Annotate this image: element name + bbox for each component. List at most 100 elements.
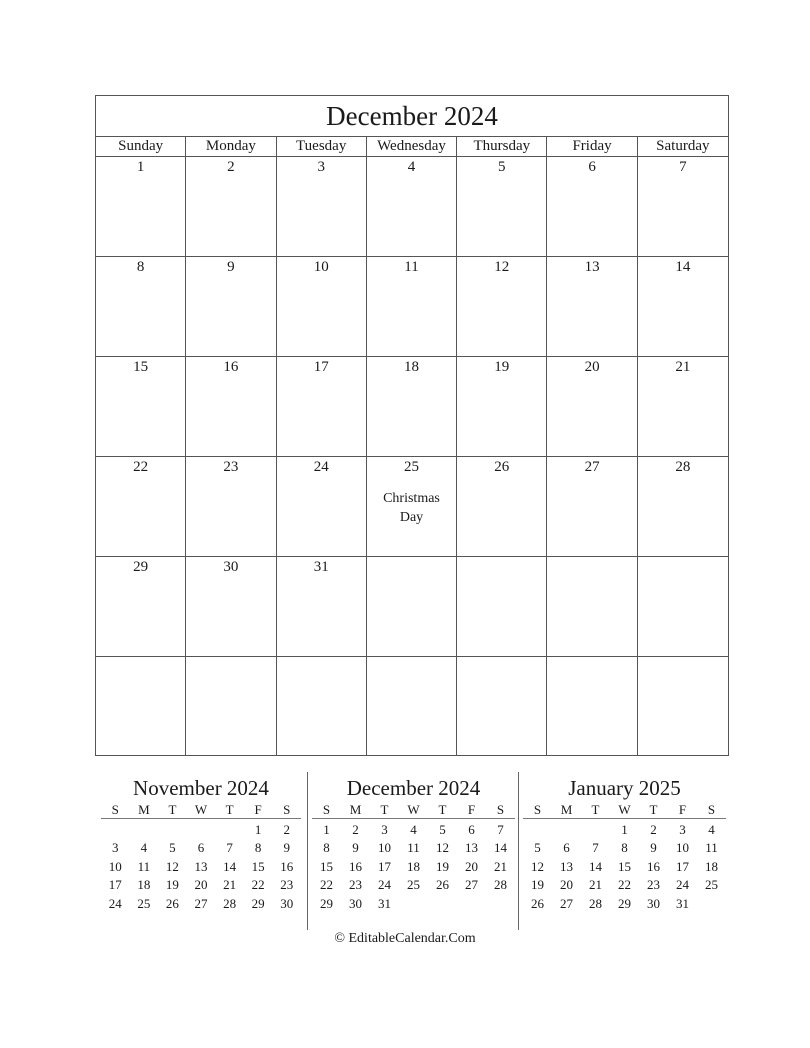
day-cell[interactable]	[638, 657, 728, 755]
weekday-header: Monday	[186, 137, 277, 156]
day-cell[interactable]: 16	[186, 357, 277, 456]
day-number: 28	[675, 459, 691, 475]
day-cell[interactable]: 24	[277, 457, 367, 556]
day-cell[interactable]: 21	[638, 357, 728, 456]
day-cell[interactable]: 26	[457, 457, 548, 556]
mini-day: 13	[465, 840, 478, 856]
day-cell[interactable]: 1	[96, 157, 187, 256]
day-cell[interactable]	[367, 657, 458, 755]
week-row: 29 30 31	[96, 557, 728, 657]
day-cell[interactable]: 9	[186, 257, 277, 356]
day-cell[interactable]	[186, 657, 277, 755]
mini-day: 28	[223, 895, 237, 911]
day-number: 3	[317, 159, 325, 175]
mini-day: 16	[280, 858, 294, 874]
day-cell[interactable]: 2	[186, 157, 277, 256]
day-cell[interactable]: 5	[457, 157, 548, 256]
mini-day: 26	[531, 895, 544, 911]
mini-days-grid: 1 2 3 4 5 6 7 8 9 10 11 12 13 14 15 16 17 18 19 20 21 22 23 24 2…	[101, 819, 301, 913]
day-cell[interactable]	[547, 657, 638, 755]
day-number: 30	[223, 559, 239, 575]
mini-day: 27	[465, 877, 478, 893]
mini-day: 6	[563, 840, 570, 856]
day-number: 16	[223, 359, 239, 375]
mini-day: 26	[165, 895, 179, 911]
mini-weekday-label: M	[138, 802, 150, 817]
week-row: 8 9 10 11 12 13 14	[96, 257, 728, 357]
day-cell[interactable]	[367, 557, 458, 656]
day-cell[interactable]: 6	[547, 157, 638, 256]
mini-day: 19	[165, 877, 179, 893]
day-cell[interactable]	[96, 657, 187, 755]
day-cell[interactable]: 8	[96, 257, 187, 356]
day-number: 15	[133, 359, 149, 375]
day-cell[interactable]: 19	[457, 357, 548, 456]
day-cell[interactable]: 23	[186, 457, 277, 556]
mini-day	[187, 821, 216, 839]
mini-day: 5	[439, 822, 446, 837]
day-cell[interactable]: 18	[367, 357, 458, 456]
day-cell[interactable]: 28	[638, 457, 728, 556]
day-cell[interactable]: 15	[96, 357, 187, 456]
mini-day	[215, 821, 244, 839]
mini-weekday-label: S	[111, 802, 119, 817]
mini-day: 23	[647, 877, 660, 893]
day-number: 25	[403, 459, 419, 475]
mini-day: 22	[618, 877, 631, 893]
day-cell[interactable]: 25 Christmas Day	[367, 457, 458, 556]
day-number: 10	[313, 259, 329, 275]
mini-day: 31	[676, 895, 689, 911]
day-cell[interactable]: 29	[96, 557, 187, 656]
mini-day: 29	[320, 895, 333, 911]
day-cell[interactable]: 3	[277, 157, 367, 256]
day-cell[interactable]: 22	[96, 457, 187, 556]
mini-day: 7	[226, 840, 233, 856]
day-number: 20	[584, 359, 600, 375]
day-cell[interactable]	[457, 557, 548, 656]
day-cell[interactable]: 4	[367, 157, 458, 256]
mini-day: 9	[650, 840, 657, 856]
day-cell[interactable]: 20	[547, 357, 638, 456]
weekday-header: Friday	[547, 137, 638, 156]
day-cell[interactable]: 7	[638, 157, 728, 256]
day-cell[interactable]	[277, 657, 367, 755]
mini-weekday-label: W	[618, 802, 631, 817]
mini-days-grid: 1 2 3 4 5 6 7 8 9 10 11 12 13 14 15 16 17 18 19 20 21 22 23 24 2…	[312, 819, 515, 913]
day-cell[interactable]	[638, 557, 728, 656]
day-cell[interactable]	[457, 657, 548, 755]
day-cell[interactable]: 11	[367, 257, 458, 356]
day-cell[interactable]: 10	[277, 257, 367, 356]
mini-day: 15	[251, 858, 265, 874]
day-cell[interactable]: 31	[277, 557, 367, 656]
mini-day: 4	[140, 840, 148, 856]
day-cell[interactable]: 14	[638, 257, 728, 356]
mini-day: 23	[280, 877, 294, 893]
mini-day: 24	[108, 895, 122, 911]
divider	[518, 772, 519, 930]
mini-day: 29	[251, 895, 265, 911]
mini-weekday-label: W	[194, 802, 208, 817]
mini-weekday-label: M	[349, 802, 362, 817]
day-cell[interactable]: 12	[457, 257, 548, 356]
day-cell[interactable]: 27	[547, 457, 638, 556]
day-cell[interactable]: 17	[277, 357, 367, 456]
day-cell[interactable]: 13	[547, 257, 638, 356]
mini-day: 20	[465, 858, 478, 874]
day-cell[interactable]: 30	[186, 557, 277, 656]
main-calendar: December 2024 Sunday Monday Tuesday Wednesd…	[95, 95, 729, 756]
day-number: 6	[588, 159, 596, 175]
weeks-container: 1 2 3 4 5 6 7 8 9 10 11 12 13 14 15 16 17 18 19 20 21 22 23 24 2…	[96, 157, 728, 755]
mini-day: 25	[137, 895, 151, 911]
mini-weekday-label: T	[649, 802, 658, 817]
day-cell[interactable]	[547, 557, 638, 656]
mini-day: 28	[589, 895, 602, 911]
day-number: 9	[227, 259, 235, 275]
mini-day: 1	[621, 822, 628, 837]
mini-weekday-row: SMTWTFS	[101, 801, 301, 819]
mini-day: 22	[320, 877, 333, 893]
weekday-header-row: Sunday Monday Tuesday Wednesday Thursday Frid…	[96, 137, 728, 157]
mini-day: 10	[676, 840, 689, 856]
mini-day: 27	[194, 895, 208, 911]
mini-day: 13	[194, 858, 208, 874]
mini-day: 29	[618, 895, 631, 911]
